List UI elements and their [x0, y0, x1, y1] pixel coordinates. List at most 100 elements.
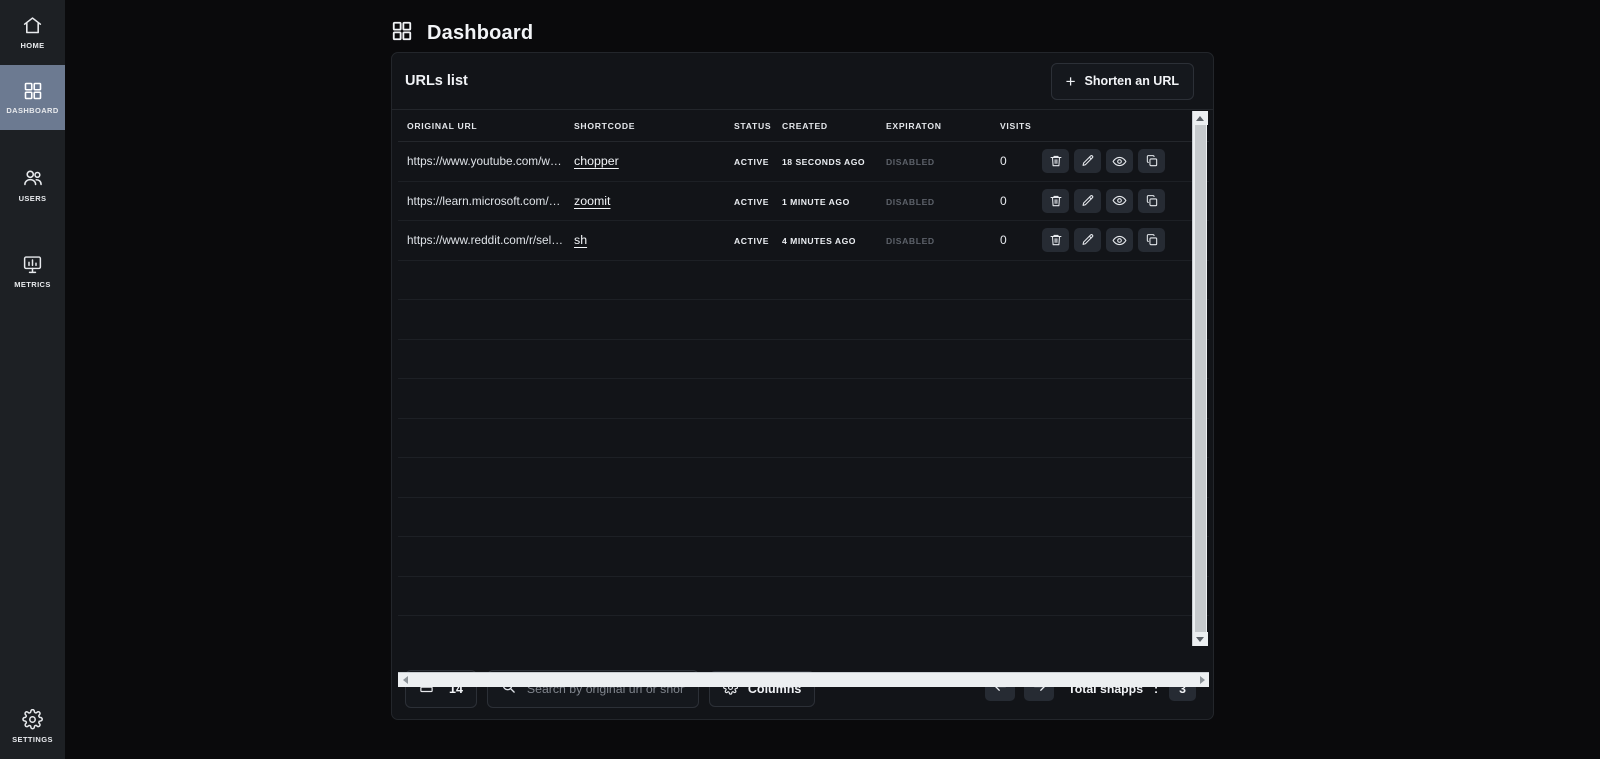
- eye-icon: [1112, 233, 1127, 248]
- column-header-original-url[interactable]: ORIGINAL URL: [398, 111, 574, 142]
- sidebar-nav-top: HOME DASHBOARD USERS METRICS: [0, 0, 65, 304]
- table-horizontal-scrollbar[interactable]: [398, 672, 1209, 687]
- cell-visits: 0: [1000, 220, 1042, 261]
- sidebar-item-metrics[interactable]: METRICS: [0, 239, 65, 304]
- vertical-scrollbar-thumb[interactable]: [1194, 125, 1206, 632]
- created-text: 1 MINUTE AGO: [782, 196, 850, 207]
- table-body: https://www.youtube.com/w… chopper ACTIV…: [398, 141, 1209, 646]
- copy-action-button[interactable]: [1138, 188, 1165, 213]
- copy-action-button[interactable]: [1138, 149, 1165, 174]
- sidebar-item-settings[interactable]: SETTINGS: [0, 694, 65, 759]
- shorten-url-button[interactable]: + Shorten an URL: [1050, 62, 1194, 100]
- table-empty-row: [398, 536, 1209, 577]
- row-actions: [1042, 228, 1209, 253]
- column-header-expiration[interactable]: EXPIRATON: [886, 111, 1000, 142]
- shortcode-link[interactable]: sh: [574, 233, 587, 247]
- table-row[interactable]: https://learn.microsoft.com/… zoomit ACT…: [398, 181, 1209, 221]
- status-badge: ACTIVE: [734, 157, 770, 168]
- cell-created: 1 MINUTE AGO: [782, 181, 886, 221]
- cell-expiration: DISABLED: [886, 220, 1000, 261]
- table-empty-row: [398, 615, 1209, 646]
- urls-table-container[interactable]: ORIGINAL URL SHORTCODE STATUS CREATED EX…: [398, 111, 1209, 646]
- cell-expiration: DISABLED: [886, 181, 1000, 221]
- column-header-visits[interactable]: VISITS: [1000, 111, 1042, 142]
- table-row[interactable]: https://www.youtube.com/w… chopper ACTIV…: [398, 141, 1209, 182]
- column-header-status[interactable]: STATUS: [734, 111, 782, 142]
- scroll-left-icon[interactable]: [398, 673, 412, 688]
- gear-icon: [22, 709, 43, 730]
- eye-action-button[interactable]: [1106, 188, 1133, 213]
- cell-expiration: DISABLED: [886, 141, 1000, 182]
- cell-shortcode[interactable]: sh: [574, 220, 734, 261]
- column-header-shortcode[interactable]: SHORTCODE: [574, 111, 734, 142]
- cell-original-url: https://learn.microsoft.com/…: [398, 181, 574, 221]
- empty-cell: [398, 378, 1209, 419]
- empty-cell: [398, 299, 1209, 340]
- card-title: URLs list: [405, 73, 468, 89]
- shortcode-link[interactable]: zoomit: [574, 194, 611, 208]
- table-empty-row: [398, 457, 1209, 498]
- expiration-text: DISABLED: [886, 236, 935, 247]
- empty-cell: [398, 260, 1209, 300]
- original-url-text: https://www.youtube.com/w…: [407, 154, 562, 169]
- table-vertical-scrollbar[interactable]: [1192, 111, 1208, 646]
- scroll-down-icon[interactable]: [1192, 632, 1208, 646]
- column-header-actions: [1042, 111, 1209, 142]
- eye-icon: [1112, 154, 1127, 169]
- cell-actions: [1042, 141, 1209, 182]
- cell-shortcode[interactable]: chopper: [574, 141, 734, 182]
- card-header: URLs list + Shorten an URL: [392, 53, 1213, 110]
- table-empty-row: [398, 299, 1209, 340]
- trash-icon: [1049, 233, 1063, 247]
- scroll-right-icon[interactable]: [1195, 673, 1209, 688]
- copy-icon: [1145, 233, 1159, 247]
- sidebar-item-home[interactable]: HOME: [0, 0, 65, 65]
- trash-action-button[interactable]: [1042, 149, 1069, 174]
- cell-status: ACTIVE: [734, 181, 782, 221]
- horizontal-scrollbar-track[interactable]: [412, 673, 1195, 688]
- pencil-icon: [1081, 154, 1095, 168]
- eye-action-button[interactable]: [1106, 149, 1133, 174]
- grid-icon: [391, 20, 413, 47]
- shortcode-link[interactable]: chopper: [574, 154, 619, 168]
- trash-action-button[interactable]: [1042, 188, 1069, 213]
- visits-count: 0: [1000, 233, 1007, 248]
- pencil-action-button[interactable]: [1074, 228, 1101, 253]
- plus-icon: +: [1065, 71, 1076, 91]
- copy-icon: [1145, 194, 1159, 208]
- cell-shortcode[interactable]: zoomit: [574, 181, 734, 221]
- created-text: 4 MINUTES AGO: [782, 236, 856, 247]
- sidebar-item-label: METRICS: [14, 280, 51, 289]
- table-empty-row: [398, 497, 1209, 537]
- pencil-action-button[interactable]: [1074, 188, 1101, 213]
- cell-original-url: https://www.reddit.com/r/sel…: [398, 220, 574, 261]
- eye-action-button[interactable]: [1106, 228, 1133, 253]
- empty-cell: [398, 615, 1209, 646]
- pencil-action-button[interactable]: [1074, 149, 1101, 174]
- sidebar-item-label: USERS: [18, 193, 47, 203]
- empty-cell: [398, 457, 1209, 498]
- created-text: 18 SECONDS AGO: [782, 157, 866, 168]
- urls-table: ORIGINAL URL SHORTCODE STATUS CREATED EX…: [398, 111, 1209, 646]
- sidebar-item-users[interactable]: USERS: [0, 152, 65, 217]
- cell-created: 4 MINUTES AGO: [782, 220, 886, 261]
- cell-created: 18 SECONDS AGO: [782, 141, 886, 182]
- trash-action-button[interactable]: [1042, 228, 1069, 253]
- table-empty-row: [398, 378, 1209, 419]
- eye-icon: [1112, 193, 1127, 208]
- original-url-text: https://www.reddit.com/r/sel…: [407, 233, 564, 248]
- pencil-icon: [1081, 233, 1095, 247]
- visits-count: 0: [1000, 154, 1007, 169]
- expiration-text: DISABLED: [886, 157, 935, 168]
- cell-actions: [1042, 220, 1209, 261]
- app-root: HOME DASHBOARD USERS METRICS SETTINGS Da…: [0, 0, 1600, 759]
- column-header-created[interactable]: CREATED: [782, 111, 886, 142]
- scroll-up-icon[interactable]: [1192, 111, 1208, 125]
- sidebar-item-dashboard[interactable]: DASHBOARD: [0, 65, 65, 130]
- cell-actions: [1042, 181, 1209, 221]
- cell-status: ACTIVE: [734, 220, 782, 261]
- sidebar-nav-bottom: SETTINGS: [0, 694, 65, 759]
- copy-action-button[interactable]: [1138, 228, 1165, 253]
- table-row[interactable]: https://www.reddit.com/r/sel… sh ACTIVE …: [398, 220, 1209, 261]
